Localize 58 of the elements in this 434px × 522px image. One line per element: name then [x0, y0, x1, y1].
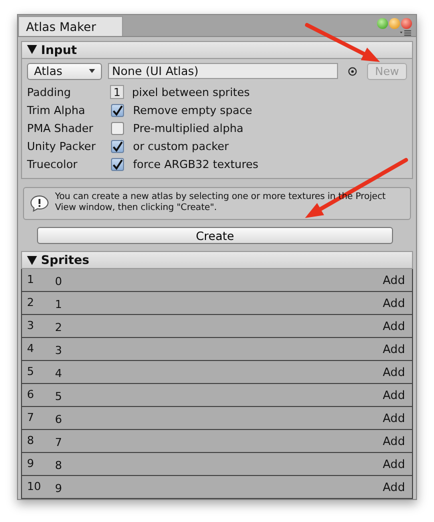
sprite-index: 3	[27, 319, 35, 332]
setting-description: Pre-multiplied alpha	[133, 122, 244, 135]
sprite-name: 3	[55, 344, 63, 357]
sprite-name: 4	[55, 366, 63, 380]
setting-description: force ARGB32 textures	[133, 158, 258, 171]
checkbox[interactable]	[111, 122, 124, 135]
add-button[interactable]: Add	[382, 364, 405, 379]
object-picker-icon[interactable]	[348, 66, 357, 76]
setting-label: PMA Shader	[27, 122, 94, 135]
add-button[interactable]: Add	[382, 296, 405, 310]
sprite-name: 1	[55, 298, 63, 311]
sprite-index: 4	[27, 342, 35, 356]
window-buttons-icon[interactable]	[377, 18, 412, 29]
checkbox[interactable]	[111, 140, 124, 153]
sprite-index: 5	[27, 365, 35, 378]
checkbox[interactable]	[111, 158, 124, 171]
sprite-name: 5	[55, 390, 63, 403]
atlas-field[interactable]: None (UI Atlas)	[108, 63, 338, 80]
setting-description: Remove empty space	[133, 104, 252, 117]
menu-icon[interactable]	[399, 30, 412, 36]
sprite-index: 8	[27, 434, 35, 448]
sprite-name: 7	[55, 436, 63, 449]
sprite-name: 0	[55, 274, 63, 288]
create-button[interactable]: Create	[37, 226, 393, 244]
sprite-index: 6	[27, 388, 35, 402]
setting-label: Trim Alpha	[27, 104, 86, 117]
caret-icon	[89, 69, 95, 74]
add-button[interactable]: Add	[382, 410, 405, 425]
collapse-triangle-icon[interactable]	[27, 256, 37, 265]
sprite-name: 8	[55, 458, 63, 472]
sprite-index: 10	[27, 480, 42, 494]
setting-label: Padding	[27, 86, 72, 99]
sprite-name: 2	[55, 320, 63, 334]
setting-label: Unity Packer	[27, 140, 97, 153]
add-button[interactable]: Add	[382, 480, 405, 494]
sprite-index: 1	[27, 273, 35, 286]
add-button[interactable]: Add	[382, 318, 405, 333]
atlas-dropdown[interactable]: Atlas	[27, 62, 102, 80]
collapse-triangle-icon[interactable]	[27, 45, 37, 54]
sprite-index: 9	[27, 457, 35, 470]
add-button[interactable]: Add	[382, 434, 405, 448]
sprite-index: 7	[27, 411, 35, 424]
sprite-name: 9	[55, 482, 63, 495]
checkbox[interactable]	[111, 104, 124, 117]
number-field[interactable]: 1	[110, 85, 124, 100]
speech-bubble-icon	[30, 194, 49, 212]
sprites-section-header[interactable]: Sprites	[21, 251, 413, 269]
sprite-name: 6	[55, 412, 63, 426]
window-tab[interactable]: Atlas Maker	[18, 16, 124, 36]
setting-label: Truecolor	[27, 158, 78, 171]
setting-description: pixel between sprites	[132, 86, 250, 99]
add-button[interactable]: Add	[382, 388, 405, 402]
add-button[interactable]: Add	[382, 272, 405, 287]
input-section-header[interactable]: Input	[21, 41, 413, 59]
add-button[interactable]: Add	[382, 342, 405, 356]
sprite-index: 2	[27, 296, 35, 310]
setting-description: or custom packer	[133, 140, 229, 153]
add-button[interactable]: Add	[382, 456, 405, 471]
